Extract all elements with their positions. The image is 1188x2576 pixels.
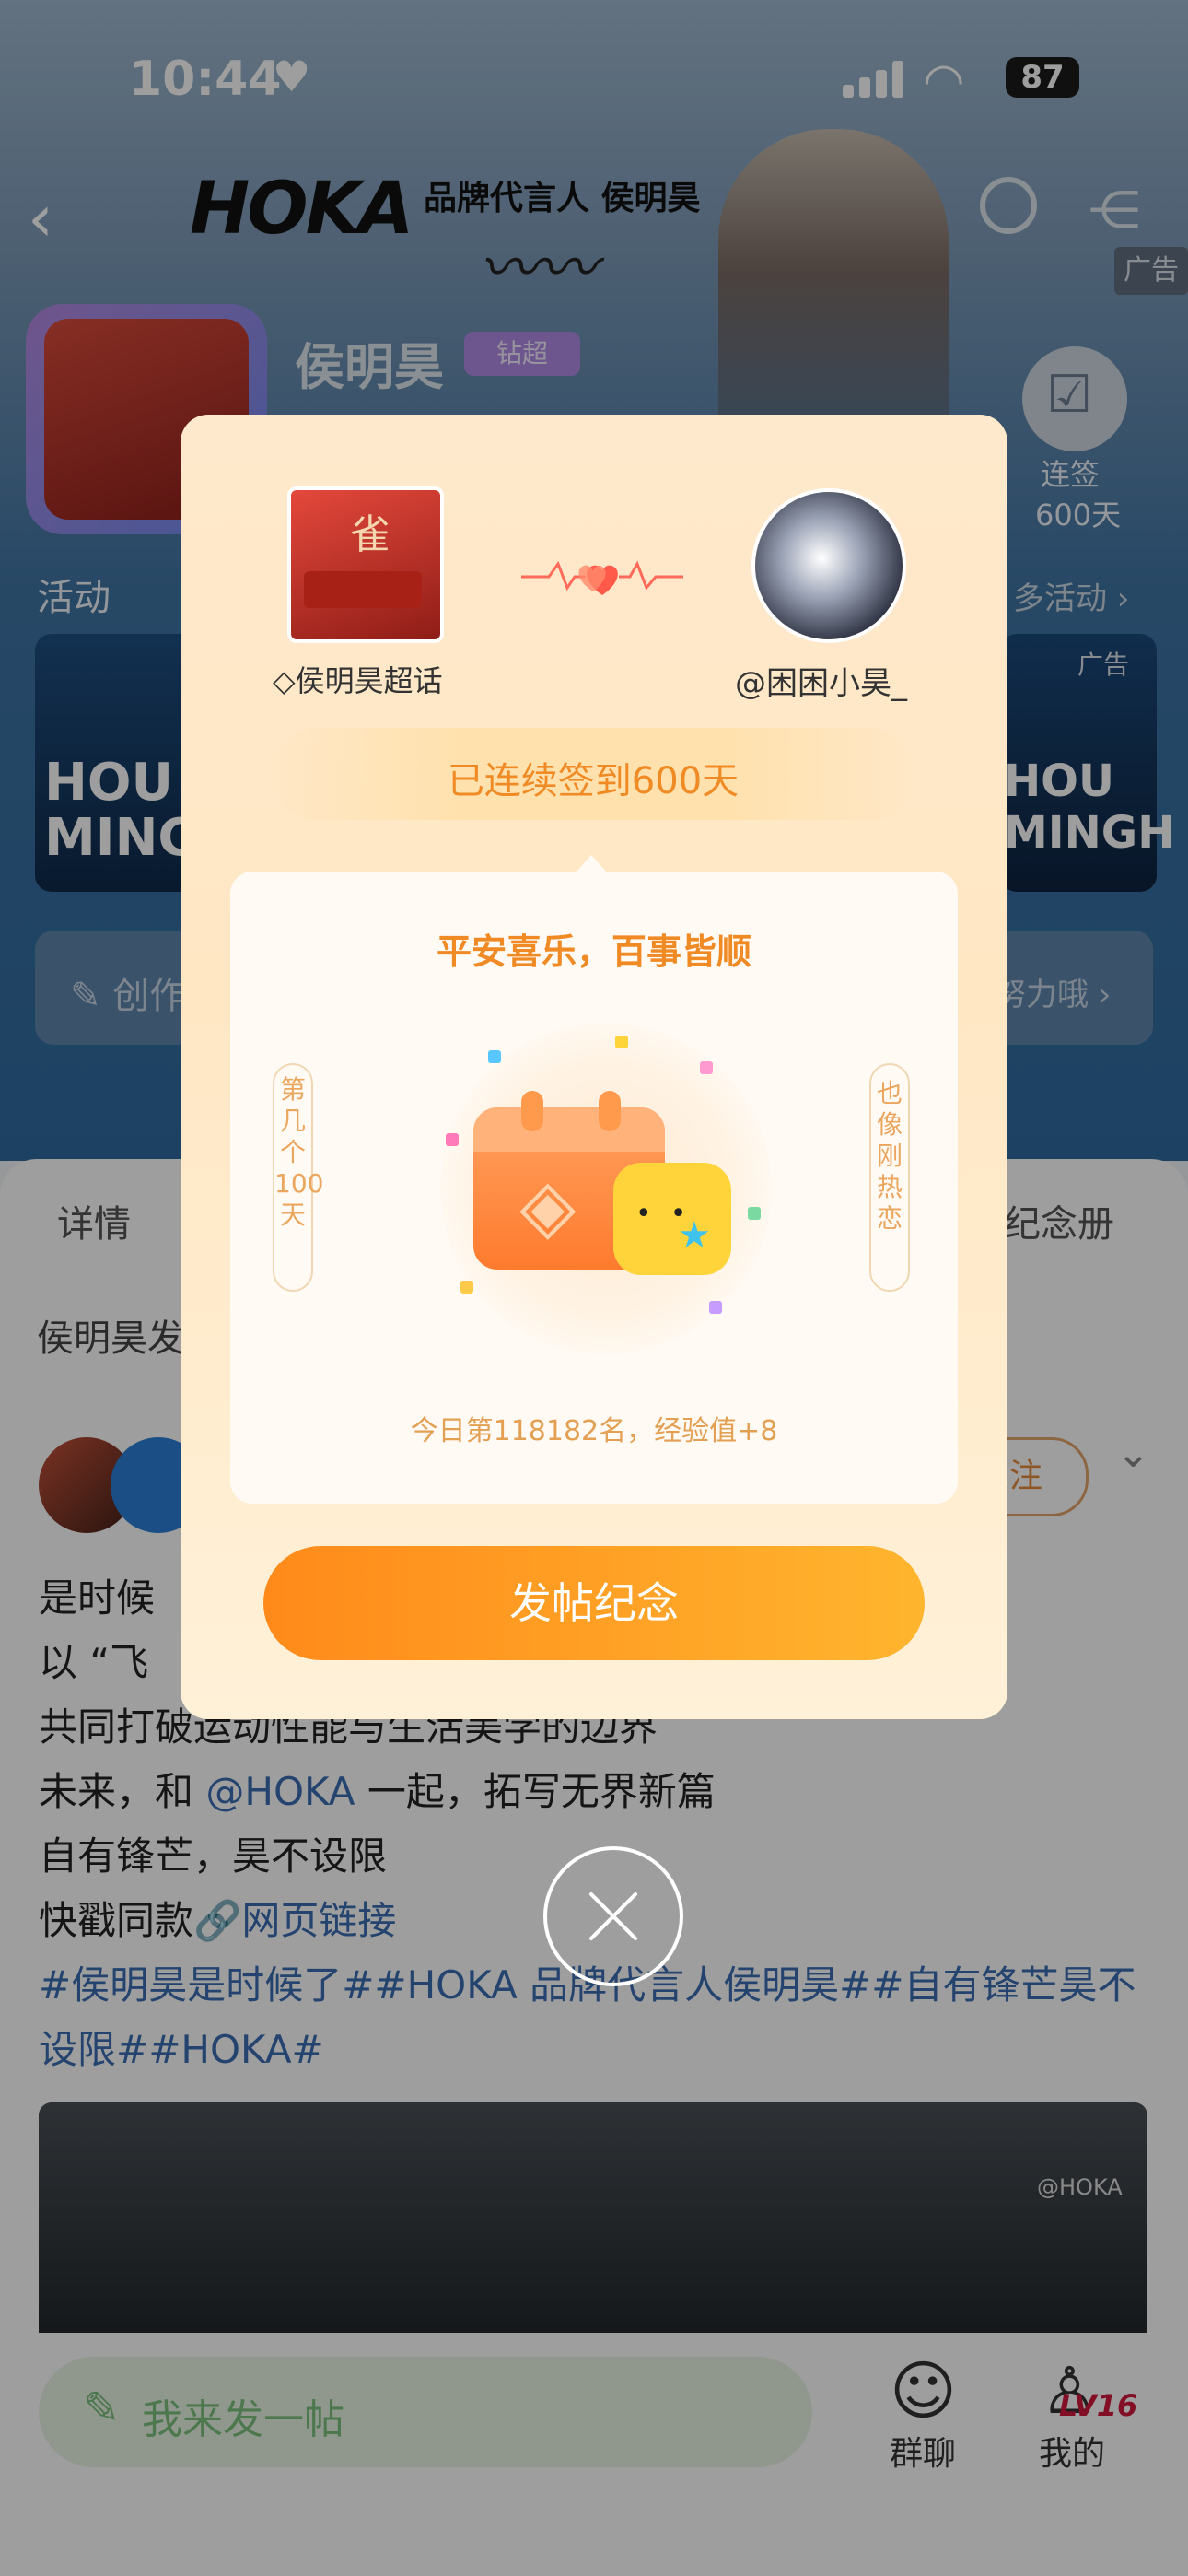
calendar-top [473,1107,665,1152]
diamond-icon: ◈ [519,1163,577,1248]
side-caption-right: 也像刚热恋 [869,1063,910,1292]
card-pointer [577,855,606,872]
blessing-title: 平安喜乐，百事皆顺 [436,931,751,972]
star-icon: ★ [678,1214,711,1257]
calendar-ring [521,1091,543,1131]
confetti [460,1281,473,1294]
poster-banner [304,571,422,608]
user-handle: @困困小昊_ [735,665,907,702]
poster-calligraphy: 雀 [350,511,390,558]
rank-text: 今日第118182名，经验值+8 [410,1415,778,1447]
topic-label: ◇侯明昊超话 [273,663,443,698]
heartbeat-icon [521,560,683,595]
confetti [446,1133,459,1146]
streak-text: 已连续签到600天 [447,760,740,802]
confetti [700,1061,713,1074]
calendar-ring [599,1091,621,1131]
confetti [748,1207,761,1220]
post-commemorate-button[interactable]: 发帖纪念 [263,1546,925,1660]
confetti [709,1301,722,1314]
confetti [488,1050,501,1063]
close-icon[interactable] [543,1846,683,1986]
side-caption-left: 第几个100天 [273,1063,323,1292]
user-avatar [751,488,906,643]
confetti [615,1036,628,1048]
